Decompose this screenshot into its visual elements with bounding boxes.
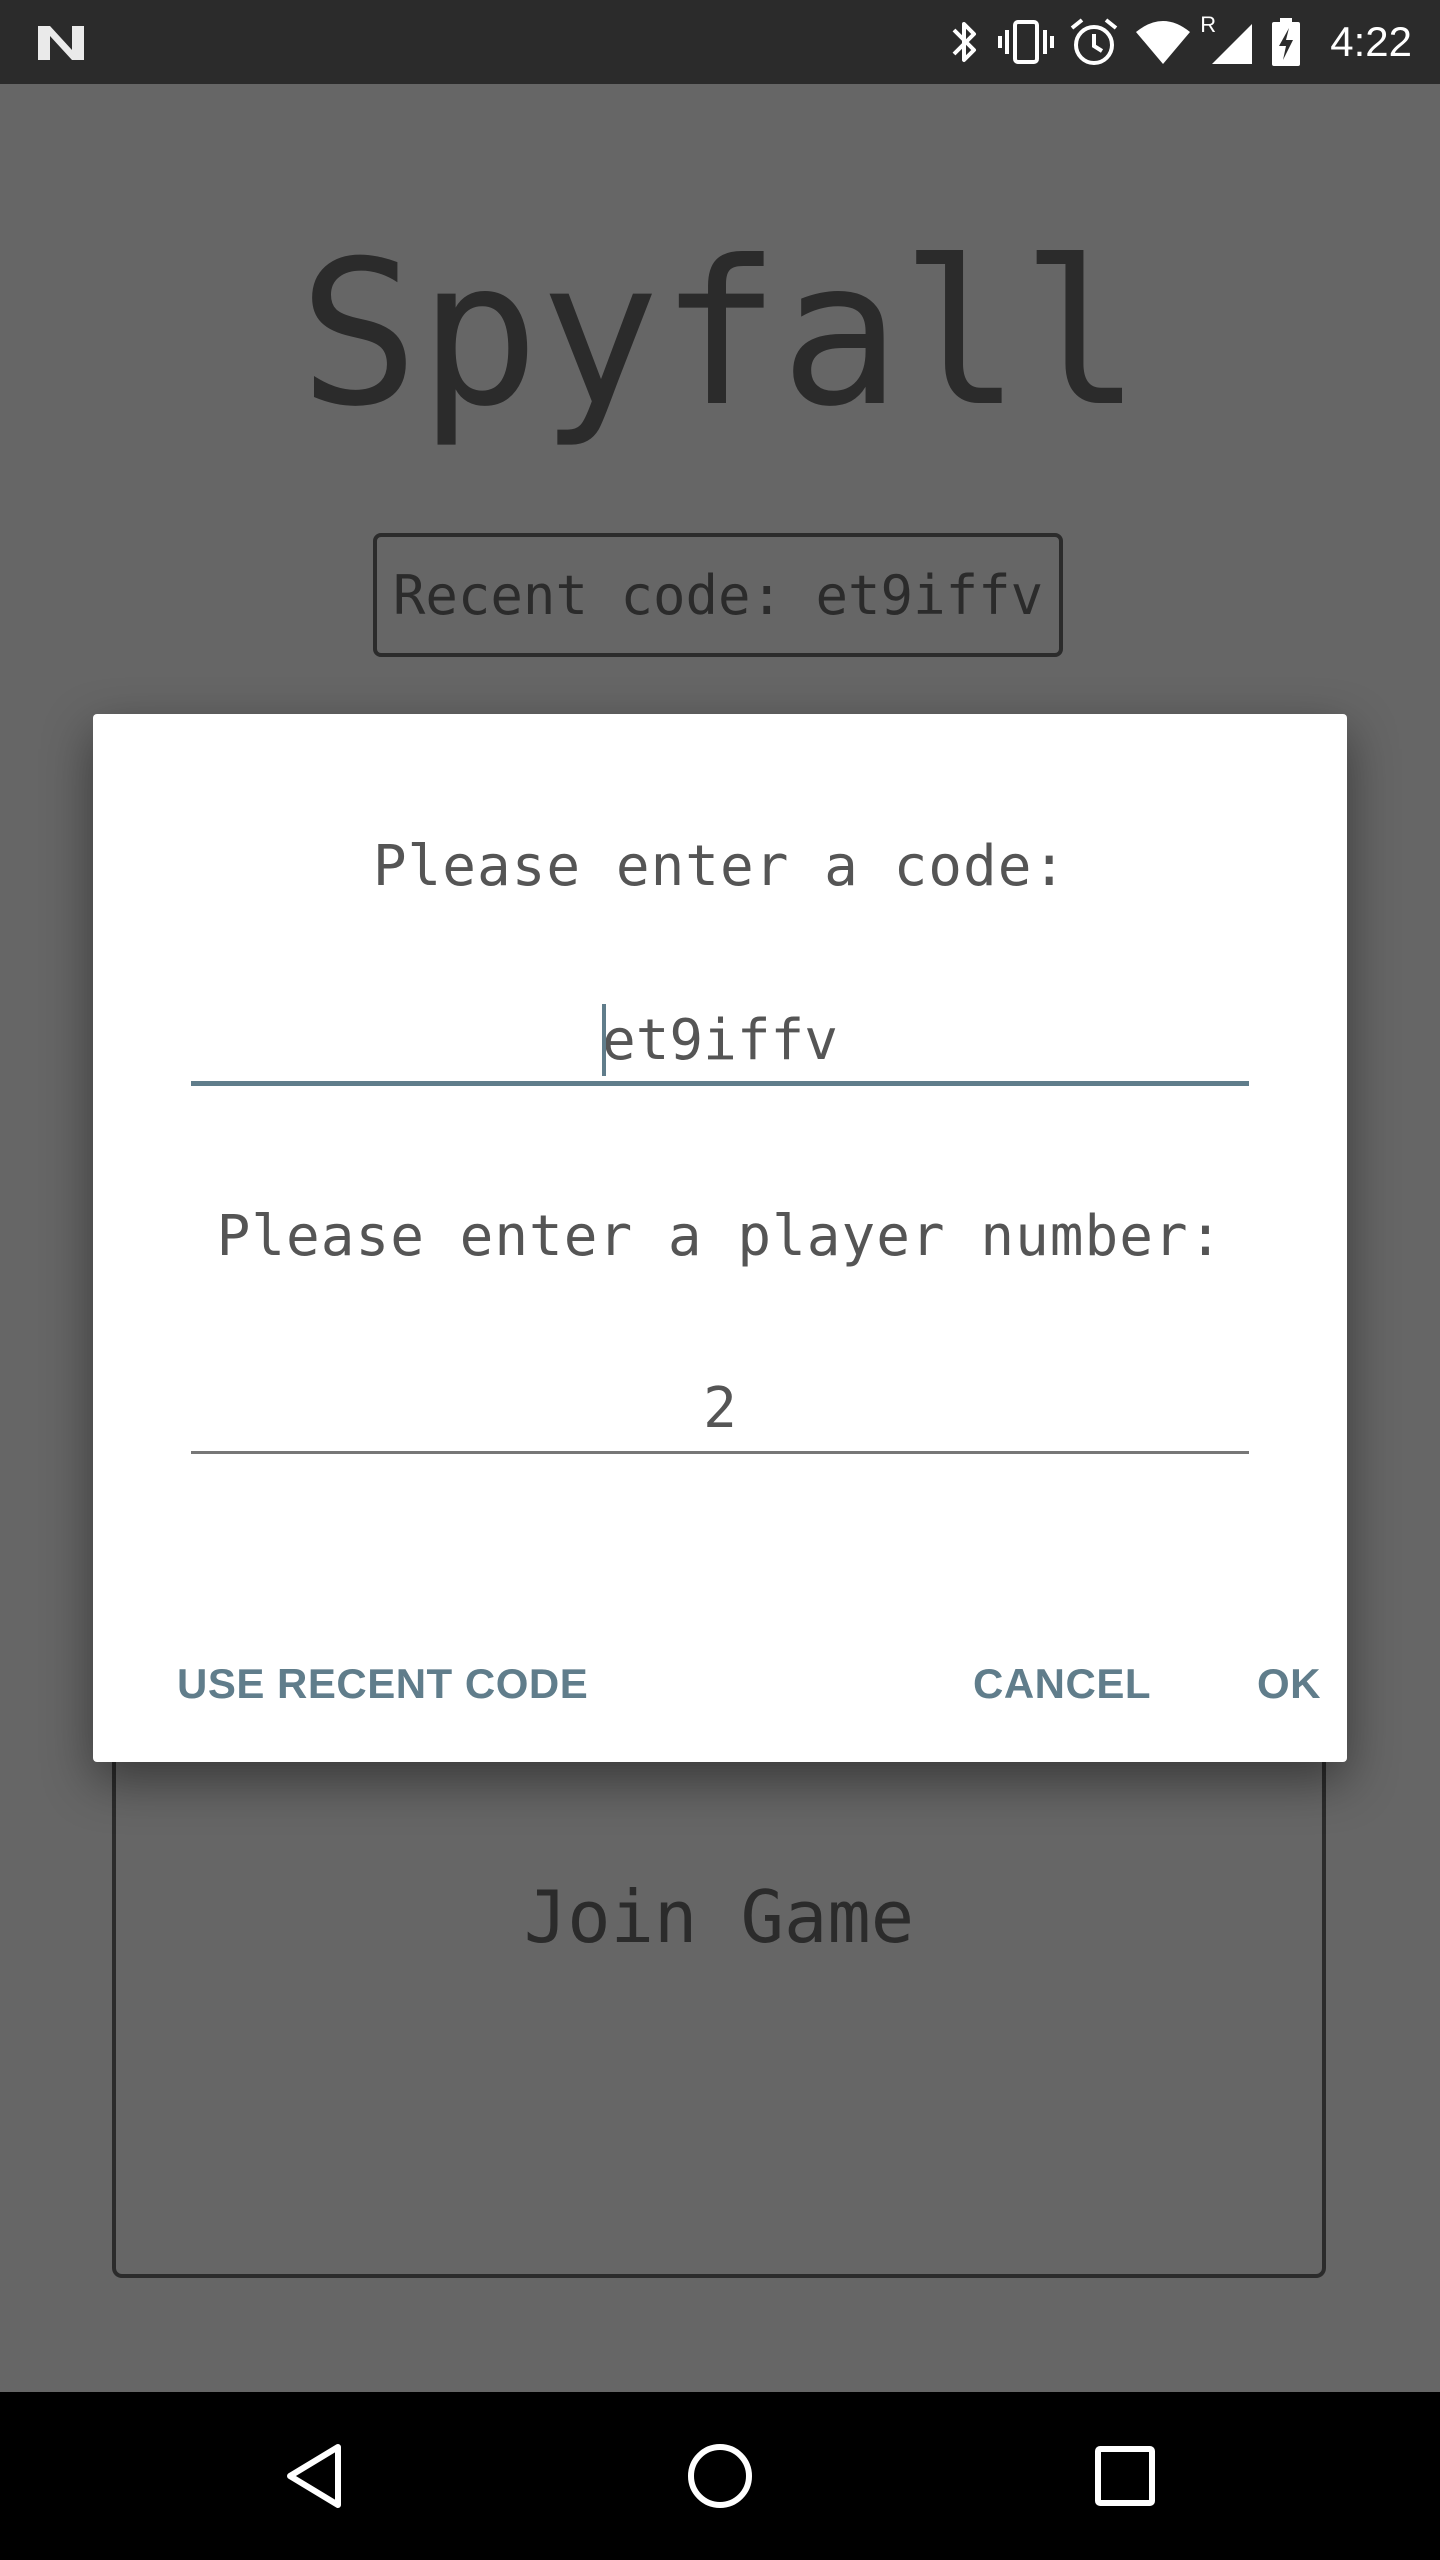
app-title: Spyfall	[298, 218, 1142, 451]
recents-button[interactable]	[1085, 2436, 1165, 2516]
alarm-icon	[1071, 18, 1118, 65]
recents-icon	[1095, 2446, 1155, 2506]
roaming-indicator: R	[1200, 12, 1217, 37]
join-game-label: Join Game	[523, 1875, 915, 1959]
join-game-button[interactable]: Join Game	[112, 1700, 1326, 2278]
dialog-actions: USE RECENT CODE CANCEL OK	[93, 1634, 1347, 1734]
signal-roaming-icon: R	[1200, 12, 1256, 68]
code-input[interactable]: et9iffv	[191, 996, 1249, 1086]
ok-button[interactable]: OK	[1243, 1634, 1335, 1734]
vibrate-icon	[998, 20, 1055, 64]
back-icon	[287, 2444, 341, 2508]
recent-code-label: Recent code: et9iffv	[392, 563, 1044, 627]
use-recent-code-button[interactable]: USE RECENT CODE	[163, 1634, 602, 1734]
status-bar: R 4:22	[0, 0, 1440, 84]
n-logo-icon	[38, 26, 84, 60]
status-icons: R 4:22	[944, 0, 1412, 84]
status-time: 4:22	[1330, 18, 1412, 65]
player-number-prompt: Please enter a player number:	[216, 1204, 1224, 1269]
battery-charging-icon	[1272, 18, 1301, 66]
code-input-value: et9iffv	[601, 1008, 838, 1073]
player-number-input[interactable]: 2	[191, 1364, 1249, 1454]
wifi-icon	[1136, 21, 1191, 64]
code-prompt: Please enter a code:	[372, 834, 1068, 899]
home-button[interactable]	[680, 2436, 760, 2516]
recent-code-button[interactable]: Recent code: et9iffv	[373, 533, 1063, 657]
enter-code-dialog: Please enter a code: et9iffv Please ente…	[93, 714, 1347, 1762]
bluetooth-icon	[952, 22, 977, 62]
home-icon	[688, 2444, 752, 2508]
cancel-button[interactable]: CANCEL	[959, 1634, 1165, 1734]
back-button[interactable]	[275, 2436, 355, 2516]
navigation-bar	[0, 2392, 1440, 2560]
text-cursor	[601, 1003, 606, 1076]
player-number-value: 2	[703, 1376, 737, 1441]
